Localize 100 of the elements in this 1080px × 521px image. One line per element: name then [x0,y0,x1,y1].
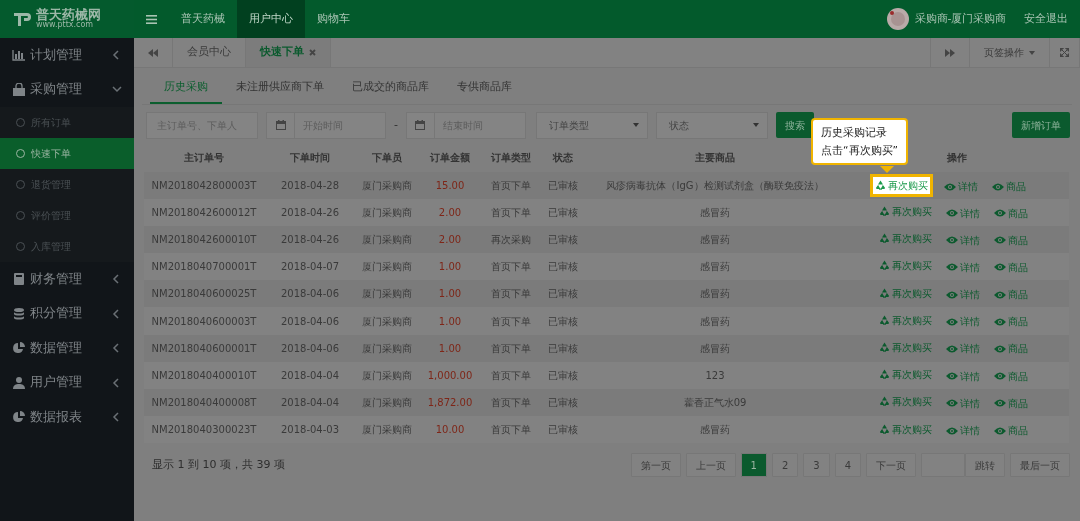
table-cell: 感冒药 [586,307,844,335]
rebuy-link[interactable]: 再次购买 [876,283,935,303]
search-button[interactable]: 搜索 [776,112,814,138]
nav-link[interactable]: 普天药械 [169,0,237,38]
view-link[interactable]: 商品 [991,203,1031,223]
view-link[interactable]: 详情 [943,366,983,386]
table-cell: 已审核 [540,307,586,335]
menu-icon[interactable] [146,14,157,24]
sidebar-item[interactable]: 用户管理 [0,365,134,400]
date-separator: - [394,116,398,133]
rebuy-link[interactable]: 再次购买 [876,392,935,412]
view-link[interactable]: 商品 [991,339,1031,359]
table-cell: 2018-04-26 [264,198,356,226]
table-cell: 1,000.00 [418,361,482,389]
sidebar-item[interactable]: 计划管理 [0,38,134,73]
view-link[interactable]: 商品 [991,312,1031,332]
column-header: 状态 [553,152,573,163]
caret-icon [633,123,639,127]
rebuy-link[interactable]: 再次购买 [876,256,935,276]
nav-link[interactable]: 用户中心 [237,0,305,38]
view-link[interactable]: 商品 [991,230,1031,250]
eye-icon [994,290,1006,299]
table-cell: NM2018042600012T [144,198,264,226]
rebuy-link[interactable]: 再次购买 [876,202,935,222]
page-tab[interactable]: 快速下单 [246,38,331,67]
user-name[interactable]: 采购商-厦门采购商 [909,0,1012,38]
add-order-button[interactable]: 新增订单 [1012,112,1070,138]
table-cell: 感冒药 [586,198,844,226]
rebuy-link[interactable]: 再次购买 [876,365,935,385]
table-cell: 2018-04-04 [264,389,356,417]
table-cell: 厦门采购商 [356,253,418,281]
view-link[interactable]: 详情 [943,230,983,250]
recycle-icon [879,206,890,218]
view-link[interactable]: 详情 [941,177,981,197]
sub-tab[interactable]: 已成交的商品库 [338,74,443,104]
recycle-icon [875,179,886,191]
view-link[interactable]: 详情 [943,339,983,359]
sub-tab[interactable]: 历史采购 [150,74,222,104]
view-link[interactable]: 商品 [991,285,1031,305]
eye-icon [994,426,1006,435]
sidebar-item[interactable]: 财务管理 [0,262,134,297]
sub-tab[interactable]: 专供商品库 [443,74,526,104]
select-field[interactable]: 状态 [656,111,768,139]
recycle-icon [879,314,890,326]
table-cell: 123 [586,361,844,389]
table-cell: 2018-04-04 [264,361,356,389]
eye-icon [946,209,958,218]
sub-tab[interactable]: 未注册供应商下单 [222,74,338,104]
page-button[interactable]: 1 [740,453,767,478]
table-cell: NM2018042600010T [144,225,264,254]
view-link[interactable]: 详情 [943,421,983,441]
tab-actions-dropdown[interactable]: 页签操作 [970,38,1050,67]
page-button[interactable]: 2 [771,453,799,478]
sidebar-item[interactable]: 积分管理 [0,296,134,331]
rebuy-link[interactable]: 再次购买 [876,337,935,357]
calculator-icon [12,272,26,287]
rebuy-link[interactable]: 再次购买 [876,229,935,249]
tooltip-pointer [880,165,894,173]
view-link[interactable]: 商品 [991,393,1031,413]
view-link[interactable]: 商品 [989,177,1029,197]
calendar-icon [415,120,426,130]
jump-button[interactable]: 跳转 [965,453,1005,478]
table-cell: NM2018040700001T [144,253,264,281]
rebuy-link[interactable]: 再次购买 [876,419,935,439]
table-cell: 厦门采购商 [356,307,418,335]
view-link[interactable]: 商品 [991,421,1031,441]
table-cell: 感冒药 [586,253,844,281]
column-header: 操作 [946,152,967,163]
sidebar-item[interactable]: 数据管理 [0,331,134,366]
bar-chart-icon [12,48,26,63]
logo-icon [14,11,32,27]
page-button[interactable]: 3 [803,453,830,478]
eye-icon [994,317,1006,326]
column-header: 下单时间 [290,152,330,163]
sidebar-subitem[interactable]: 快速下单 [0,138,134,169]
table-cell: 2018-04-06 [264,307,356,335]
eye-icon [994,236,1006,245]
table-cell: 已审核 [540,198,586,226]
logout-link[interactable]: 安全退出 [1012,0,1080,38]
double-chevron-right-icon[interactable] [945,48,955,57]
view-link[interactable]: 商品 [991,366,1031,386]
calendar-icon [275,120,286,130]
view-link[interactable]: 详情 [943,312,983,332]
view-link[interactable]: 详情 [943,203,983,223]
sidebar-item[interactable]: 采购管理 [0,72,134,107]
view-link[interactable]: 详情 [943,285,983,305]
page-button[interactable]: 4 [834,453,861,478]
column-header: 主订单号 [184,152,224,163]
close-icon[interactable] [309,49,316,56]
rebuy-link[interactable]: 再次购买 [876,310,935,330]
sidebar-item[interactable]: 数据报表 [0,400,134,435]
results-summary: 显示 1 到 10 项，共 39 项 [152,457,285,474]
view-link[interactable]: 详情 [943,393,983,413]
fullscreen-icon[interactable] [1060,48,1069,57]
double-chevron-left-icon[interactable] [148,48,158,57]
recycle-icon [879,341,890,353]
nav-link[interactable]: 购物车 [305,0,362,38]
view-link[interactable]: 商品 [991,257,1031,277]
view-link[interactable]: 详情 [943,257,983,277]
eye-icon [946,317,958,326]
